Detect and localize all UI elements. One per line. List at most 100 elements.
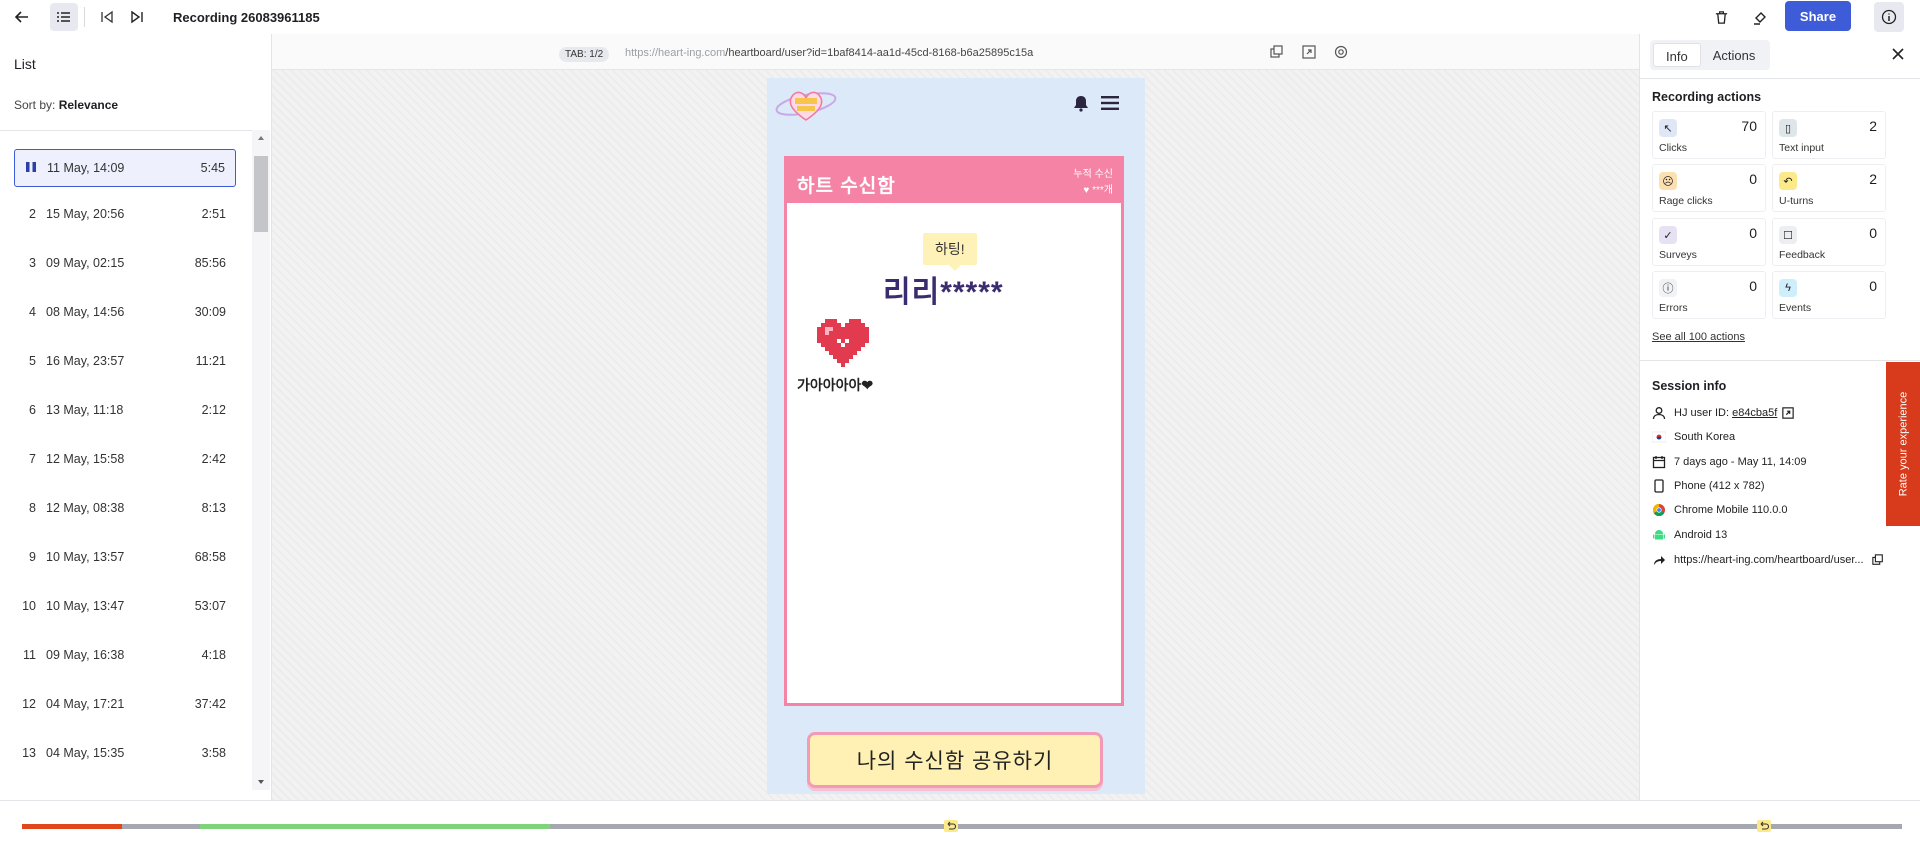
next-recording-button[interactable] — [123, 3, 151, 31]
active-segment — [200, 824, 550, 829]
user-icon — [1652, 407, 1666, 420]
playback-timeline[interactable] — [0, 800, 1920, 844]
share-inbox-button[interactable]: 나의 수신함 공유하기 — [807, 732, 1103, 788]
list-item[interactable]: 13 04 May, 15:35 3:58 — [14, 734, 236, 772]
feedback-icon: ☐ — [1779, 226, 1797, 244]
list-toggle-button[interactable] — [50, 3, 78, 31]
highlight-icon — [1754, 12, 1766, 25]
divider — [1640, 360, 1920, 361]
copy-icon[interactable] — [1871, 554, 1884, 566]
stat-value: 0 — [1749, 225, 1757, 241]
session-date: 7 days ago - May 11, 14:09 — [1652, 455, 1807, 469]
info-button[interactable] — [1874, 2, 1904, 32]
stat-u-turns[interactable]: ↶ 2 U-turns — [1772, 164, 1886, 212]
highlight-button[interactable] — [1750, 6, 1772, 28]
tab-actions[interactable]: Actions — [1701, 43, 1768, 67]
top-bar: Recording 26083961185 Share — [0, 0, 1920, 34]
session-device: Phone (412 x 782) — [1652, 479, 1765, 493]
pixel-heart-icon[interactable] — [817, 319, 869, 367]
divider — [1640, 78, 1920, 79]
list-item[interactable]: 8 12 May, 08:38 8:13 — [14, 489, 236, 527]
previous-recording-button[interactable] — [93, 3, 121, 31]
stat-errors[interactable]: ⓘ 0 Errors — [1652, 271, 1766, 319]
stat-label: Feedback — [1779, 249, 1826, 261]
list-item[interactable]: 2 15 May, 20:56 2:51 — [14, 195, 236, 233]
list-item[interactable]: 4 08 May, 14:56 30:09 — [14, 293, 236, 331]
country-name: South Korea — [1674, 431, 1736, 443]
rate-experience-tab[interactable]: Rate your experience — [1886, 362, 1920, 526]
phone-screen: 하트 수신함 누적 수신 ♥ ***개 하팅! 리리***** 가아아아아❤ 나… — [767, 78, 1145, 794]
stat-events[interactable]: ϟ 0 Events — [1772, 271, 1886, 319]
session-referrer: https://heart-ing.com/heartboard/user... — [1652, 553, 1912, 567]
u-turn-marker-icon[interactable] — [944, 820, 958, 832]
stat-rage-clicks[interactable]: ☹ 0 Rage clicks — [1652, 164, 1766, 212]
list-item[interactable]: 11 09 May, 16:38 4:18 — [14, 636, 236, 674]
recording-date: 13 May, 11:18 — [46, 403, 124, 417]
recording-number: 3 — [29, 256, 36, 270]
hamburger-menu-icon[interactable] — [1101, 96, 1119, 110]
recording-duration: 3:58 — [201, 746, 226, 760]
recording-duration: 11:21 — [195, 354, 226, 368]
trash-icon — [1715, 10, 1727, 24]
referrer-url: https://heart-ing.com/heartboard/user... — [1674, 554, 1864, 566]
recording-date: 12 May, 08:38 — [46, 501, 125, 515]
list-item[interactable]: 5 16 May, 23:57 11:21 — [14, 342, 236, 380]
skip-next-icon — [131, 10, 143, 24]
list-item[interactable]: 6 13 May, 11:18 2:12 — [14, 391, 236, 429]
list-icon — [57, 12, 70, 22]
stat-text-input[interactable]: ▯ 2 Text input — [1772, 111, 1886, 159]
back-button[interactable] — [8, 3, 36, 31]
sort-prefix: Sort by: — [14, 98, 56, 112]
tab-info[interactable]: Info — [1653, 43, 1701, 67]
url-bar: TAB: 1/2 https://heart-ing.com/heartboar… — [272, 34, 1639, 70]
list-item[interactable]: 7 12 May, 15:58 2:42 — [14, 440, 236, 478]
list-item[interactable]: 12 04 May, 17:21 37:42 — [14, 685, 236, 723]
share-button[interactable]: Share — [1785, 1, 1851, 31]
divider — [84, 7, 85, 27]
panel-tabs: Info Actions — [1650, 40, 1771, 70]
delete-button[interactable] — [1710, 6, 1732, 28]
scroll-thumb[interactable] — [252, 154, 270, 234]
browser-text: Chrome Mobile 110.0.0 — [1674, 504, 1788, 516]
timeline-track[interactable] — [22, 824, 1902, 829]
at-sign-icon[interactable] — [1334, 45, 1348, 59]
tab-badge[interactable]: TAB: 1/2 — [559, 47, 610, 62]
recording-duration: 4:18 — [201, 648, 226, 662]
stat-value: 0 — [1869, 225, 1877, 241]
list-item[interactable]: 3 09 May, 02:15 85:56 — [14, 244, 236, 282]
stat-clicks[interactable]: ↖ 70 Clicks — [1652, 111, 1766, 159]
list-item[interactable]: 10 10 May, 13:47 53:07 — [14, 587, 236, 625]
list-title: List — [14, 56, 36, 72]
recording-viewer: TAB: 1/2 https://heart-ing.com/heartboar… — [272, 34, 1639, 800]
list-item[interactable]: 9 10 May, 13:57 68:58 — [14, 538, 236, 576]
recording-duration: 53:07 — [194, 599, 226, 613]
external-link-icon[interactable] — [1782, 407, 1795, 419]
played-segment — [22, 824, 122, 829]
recording-number: 13 — [22, 746, 36, 760]
os-text: Android 13 — [1674, 529, 1728, 541]
recording-date: 04 May, 17:21 — [46, 697, 125, 711]
recording-duration: 2:12 — [201, 403, 226, 417]
external-link-icon[interactable] — [1302, 45, 1316, 59]
stat-label: Events — [1779, 302, 1812, 314]
events-icon: ϟ — [1779, 279, 1797, 297]
bell-icon[interactable] — [1072, 94, 1090, 112]
stat-surveys[interactable]: ✓ 0 Surveys — [1652, 218, 1766, 266]
copy-icon[interactable] — [1270, 45, 1284, 59]
south-korea-flag-icon — [1652, 431, 1666, 443]
url-path: /heartboard/user?id=1baf8414-aa1d-45cd-8… — [725, 47, 1034, 59]
stat-label: Text input — [1779, 142, 1824, 154]
recording-number: 9 — [29, 550, 36, 564]
survey-icon: ✓ — [1659, 226, 1677, 244]
recording-number: 5 — [29, 354, 36, 368]
text-input-icon: ▯ — [1779, 119, 1797, 137]
u-turn-marker-icon[interactable] — [1757, 820, 1771, 832]
list-item[interactable]: 11 May, 14:09 5:45 — [14, 149, 236, 187]
stat-feedback[interactable]: ☐ 0 Feedback — [1772, 218, 1886, 266]
rage-click-icon: ☹ — [1659, 172, 1677, 190]
user-id-link[interactable]: e84cba5f — [1732, 407, 1777, 419]
see-all-actions-link[interactable]: See all 100 actions — [1652, 331, 1745, 343]
sort-by[interactable]: Sort by: Relevance — [0, 72, 271, 112]
close-icon[interactable] — [1890, 46, 1906, 62]
session-user-id: HJ user ID: e84cba5f — [1652, 406, 1795, 420]
